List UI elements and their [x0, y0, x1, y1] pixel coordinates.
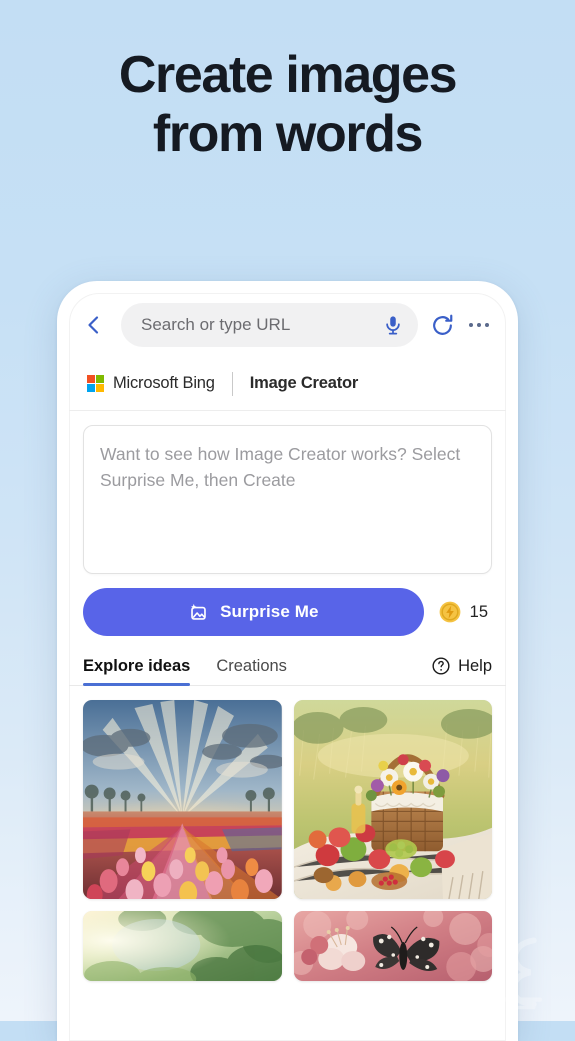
microphone-icon[interactable]	[380, 312, 406, 338]
explore-gallery	[69, 686, 506, 981]
prompt-textarea[interactable]: Want to see how Image Creator works? Sel…	[83, 425, 492, 574]
browser-toolbar: Search or type URL	[69, 293, 506, 357]
image-sparkle-icon	[191, 603, 206, 620]
product-label: Image Creator	[249, 374, 359, 392]
help-label: Help	[458, 656, 492, 675]
browser-menu-button[interactable]	[466, 312, 492, 338]
site-header: Microsoft Bing Image Creator	[69, 357, 506, 411]
brand-label: Microsoft Bing	[113, 374, 215, 392]
reload-icon	[432, 314, 452, 335]
boost-coin-icon	[439, 601, 461, 623]
question-circle-icon	[432, 657, 450, 675]
tab-bar: Explore ideas Creations Help	[69, 636, 506, 686]
tab-creations[interactable]: Creations	[216, 657, 287, 685]
gallery-tile-tulip-field-sunrise[interactable]	[83, 700, 282, 899]
gallery-tile-butterfly-blossoms[interactable]	[293, 911, 492, 981]
help-link[interactable]: Help	[431, 656, 492, 685]
page-title-line-1: Create images	[118, 46, 458, 104]
phone-mockup: Search or type URL Microsoft Bing Image …	[57, 281, 518, 1041]
chevron-left-icon	[88, 316, 99, 334]
microsoft-logo-icon	[87, 375, 104, 392]
search-input-placeholder: Search or type URL	[141, 315, 291, 334]
prompt-placeholder-text: Want to see how Image Creator works? Sel…	[100, 444, 461, 490]
more-horizontal-icon	[468, 322, 474, 328]
page-title-line-2: from words	[152, 105, 424, 164]
surprise-me-label: Surprise Me	[220, 602, 319, 621]
prompt-section: Want to see how Image Creator works? Sel…	[69, 411, 506, 574]
phone-screen: Search or type URL Microsoft Bing Image …	[69, 293, 506, 1041]
more-horizontal-icon	[476, 322, 482, 328]
gallery-tile-sunlit-forest[interactable]	[83, 911, 282, 981]
tab-explore-ideas[interactable]: Explore ideas	[83, 657, 191, 686]
back-button[interactable]	[77, 308, 111, 342]
action-row: Surprise Me 15	[69, 574, 506, 636]
tab-creations-label: Creations	[216, 657, 287, 675]
boost-token-count: 15	[469, 602, 488, 621]
page-title: Create images from words	[0, 46, 575, 165]
boost-token[interactable]: 15	[438, 600, 492, 624]
reload-button[interactable]	[428, 311, 456, 339]
tab-explore-ideas-label: Explore ideas	[83, 657, 191, 675]
gallery-tile-picnic-basket-flowers[interactable]	[293, 700, 492, 899]
surprise-me-button[interactable]: Surprise Me	[83, 588, 424, 636]
search-input[interactable]: Search or type URL	[121, 303, 418, 347]
header-divider	[231, 371, 233, 396]
more-horizontal-icon	[484, 322, 490, 328]
